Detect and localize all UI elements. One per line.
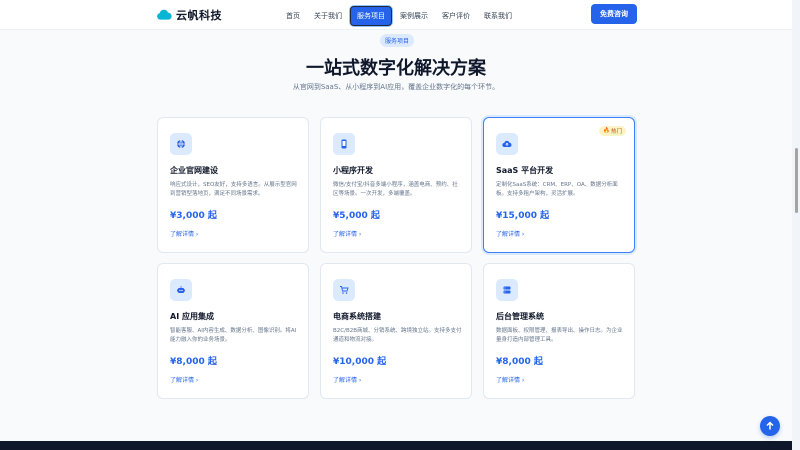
learn-more-link[interactable]: 了解详情 › <box>170 229 198 238</box>
card-price: ¥15,000 起 <box>496 211 550 221</box>
section-badge: 服务项目 <box>380 34 414 47</box>
card-description: B2C/B2B商城、分销系统、跨境独立站。支持多支付通道和物流对接。 <box>333 328 462 343</box>
scrollbar-thumb[interactable] <box>795 148 798 213</box>
hot-label: 热门 <box>610 129 622 135</box>
nav-item-home[interactable]: 首页 <box>280 7 306 25</box>
brand-logo[interactable]: 云帆科技 <box>156 7 222 23</box>
nav-item-reviews[interactable]: 客户评价 <box>436 7 476 25</box>
card-title: AI 应用集成 <box>170 312 214 321</box>
card-price: ¥8,000 起 <box>496 357 543 367</box>
card-description: 响应式设计，SEO友好，支持多语言。从展示型官网到营销型落地页，满足不同场景需求… <box>170 182 297 197</box>
brand-name: 云帆科技 <box>176 9 222 22</box>
service-card-admin[interactable]: 后台管理系统 数据面板、权限管理、报表导出、操作日志。为企业量身打造内部管理工具… <box>483 263 635 399</box>
card-price: ¥10,000 起 <box>333 357 387 367</box>
section-title: 一站式数字化解决方案 <box>306 58 486 79</box>
service-card-saas[interactable]: 🔥 热门 SaaS 平台开发 定制化SaaS系统：CRM、ERP、OA、数据分析… <box>483 117 635 253</box>
nav-item-services[interactable]: 服务项目 <box>350 6 392 26</box>
robot-icon <box>170 279 192 301</box>
nav-item-cases[interactable]: 案例展示 <box>394 7 434 25</box>
main-nav: 首页 关于我们 服务项目 案例展示 客户评价 联系我们 <box>280 6 520 26</box>
site-footer <box>0 441 792 450</box>
page-scrollbar[interactable] <box>792 0 800 450</box>
learn-more-link[interactable]: 了解详情 › <box>333 375 361 384</box>
card-description: 智能客服、AI内容生成、数据分析、图像识别。将AI能力融入你的业务场景。 <box>170 328 297 343</box>
card-price: ¥8,000 起 <box>170 357 217 367</box>
server-icon <box>496 279 518 301</box>
phone-icon <box>333 133 355 155</box>
hot-badge: 🔥 热门 <box>599 126 626 136</box>
card-price: ¥3,000 起 <box>170 211 217 221</box>
service-card-miniprogram[interactable]: 小程序开发 微信/支付宝/抖音多端小程序，涵盖电商、预约、社区等场景。一次开发，… <box>320 117 472 253</box>
cloud-upload-icon <box>496 133 518 155</box>
free-consult-button[interactable]: 免费咨询 <box>591 4 637 24</box>
service-card-ecommerce[interactable]: 电商系统搭建 B2C/B2B商城、分销系统、跨境独立站。支持多支付通道和物流对接… <box>320 263 472 399</box>
card-title: 电商系统搭建 <box>333 312 381 321</box>
section-subtitle: 从官网到SaaS、从小程序到AI应用，覆盖企业数字化的每个环节。 <box>292 83 500 91</box>
card-description: 定制化SaaS系统：CRM、ERP、OA、数据分析面板。支持多租户架构，灵活扩展… <box>496 182 618 197</box>
card-title: 企业官网建设 <box>170 166 218 175</box>
learn-more-link[interactable]: 了解详情 › <box>496 375 524 384</box>
back-to-top-button[interactable] <box>760 416 780 436</box>
nav-item-contact[interactable]: 联系我们 <box>478 7 518 25</box>
card-title: SaaS 平台开发 <box>496 166 554 175</box>
card-description: 数据面板、权限管理、报表导出、操作日志。为企业量身打造内部管理工具。 <box>496 328 623 343</box>
service-card-ai[interactable]: AI 应用集成 智能客服、AI内容生成、数据分析、图像识别。将AI能力融入你的业… <box>157 263 309 399</box>
card-description: 微信/支付宝/抖音多端小程序，涵盖电商、预约、社区等场景。一次开发，多端覆盖。 <box>333 182 458 197</box>
learn-more-link[interactable]: 了解详情 › <box>496 229 524 238</box>
fire-icon: 🔥 <box>603 128 610 134</box>
site-header: 云帆科技 首页 关于我们 服务项目 案例展示 客户评价 联系我们 免费咨询 <box>0 0 792 30</box>
globe-icon <box>170 133 192 155</box>
card-title: 小程序开发 <box>333 166 373 175</box>
cart-icon <box>333 279 355 301</box>
arrow-up-icon <box>766 421 774 430</box>
nav-item-about[interactable]: 关于我们 <box>308 7 348 25</box>
service-card-website[interactable]: 企业官网建设 响应式设计，SEO友好，支持多语言。从展示型官网到营销型落地页，满… <box>157 117 309 253</box>
learn-more-link[interactable]: 了解详情 › <box>170 375 198 384</box>
card-price: ¥5,000 起 <box>333 211 380 221</box>
cloud-logo-icon <box>157 9 172 20</box>
learn-more-link[interactable]: 了解详情 › <box>333 229 361 238</box>
card-title: 后台管理系统 <box>496 312 544 321</box>
